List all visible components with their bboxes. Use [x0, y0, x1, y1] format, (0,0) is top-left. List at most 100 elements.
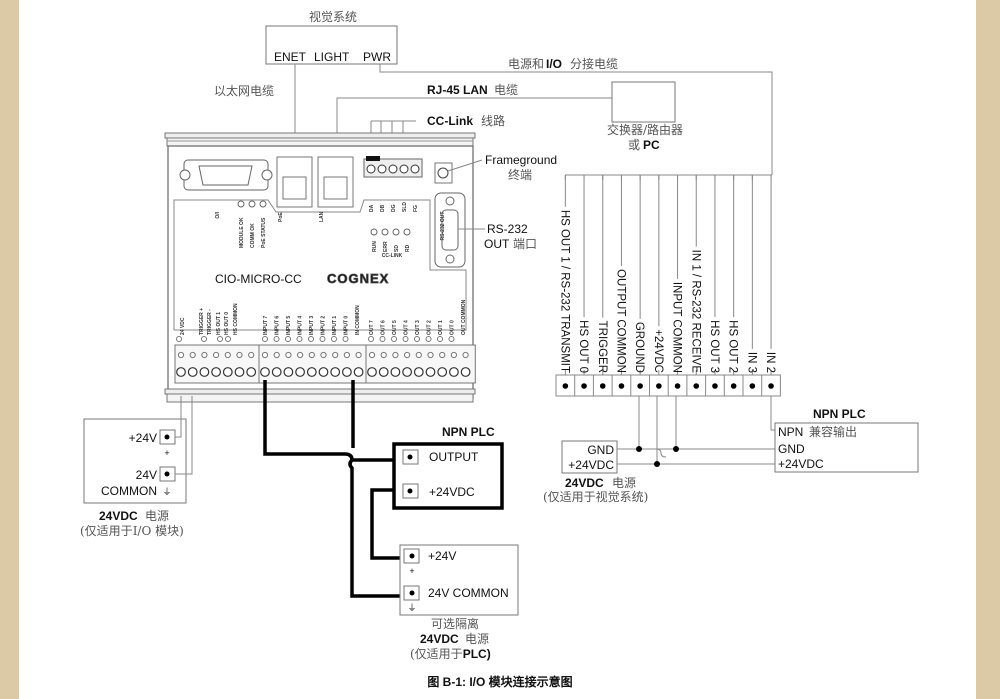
db15-connector-icon	[179, 159, 273, 191]
terminal-label: OUT 0	[450, 320, 456, 335]
psu-io-title: 24VDC	[99, 509, 138, 523]
breakout-terminal-label: GROUND	[633, 322, 645, 373]
psu-io-title-cn: 电源	[145, 509, 169, 523]
ethernet-cable-label: 以太网电缆	[214, 83, 274, 98]
rj45-lan-label-suffix: 电缆	[494, 83, 518, 97]
breakout-terminal-icon	[656, 383, 662, 389]
cc-link-terminal-label: DA	[369, 204, 375, 212]
psu-plc-title-cn2: 电源	[465, 632, 489, 646]
terminal-label: TRIGGER +	[199, 308, 205, 335]
cc-link-led-icon	[392, 228, 400, 236]
breakout-terminal-icon	[618, 383, 625, 389]
power-io-cable-label: 电源和	[508, 57, 544, 71]
terminal-screw-icon	[211, 367, 222, 377]
terminal-label: INPUT 3	[309, 316, 315, 335]
rs232-callout-label: RS-232	[487, 222, 528, 236]
vision-port-light: LIGHT	[314, 50, 350, 64]
npn-plc-right-row1-cn: 兼容输出	[809, 424, 857, 439]
status-led-label: COMM OK	[250, 223, 256, 248]
module-brand-logo: COGNEX	[327, 271, 389, 286]
breakout-terminal-label: HS OUT 2	[727, 320, 739, 373]
terminal-label: OUT 1	[438, 320, 444, 335]
breakout-terminal-icon	[749, 383, 756, 389]
frameground-label-cn: 终端	[508, 167, 532, 182]
breakout-terminal-label: IN 2	[764, 352, 776, 373]
breakout-terminal-block: HS OUT 1 / RS-232 TRANSMIT HS OUT 0 TRIGGE…	[555, 175, 781, 397]
terminal-screw-icon	[330, 367, 341, 377]
power-io-cable-io: I/O	[546, 57, 562, 71]
breakout-terminal-icon	[581, 383, 587, 389]
terminal-label: OUT 7	[369, 320, 375, 335]
cc-link-led-label: SD	[394, 245, 400, 252]
module-model: CIO-MICRO-CC	[215, 272, 302, 286]
npn-plc-right-row1: NPN	[778, 425, 803, 439]
breakout-terminal-icon	[599, 383, 606, 389]
figure-caption: 图 B-1: I/O 模块连接示意图	[427, 674, 572, 689]
terminal-label: HS OUT 1	[216, 312, 222, 335]
poe-port-label: PoE	[278, 212, 284, 222]
cc-link-led-icon	[370, 228, 378, 236]
terminal-screw-icon	[437, 367, 448, 377]
npn-plc-center-title: NPN PLC	[442, 425, 495, 439]
vision-system-title: 视觉系统	[309, 9, 357, 24]
wire-input7-to-psu-common	[263, 380, 402, 598]
breakout-terminal-label: OUTPUT COMMON	[614, 269, 626, 373]
psu-io-common-label-2: COMMON	[101, 484, 157, 498]
rs232-out-label: RS-232 OUT	[440, 212, 446, 241]
psu-io-pos-terminal-icon	[164, 434, 170, 440]
psu-io-plus-icon: +	[164, 448, 169, 458]
terminal-screw-icon	[283, 367, 294, 377]
psu-io-pos-label: +24V	[129, 431, 157, 445]
terminal-label: INPUT 5	[286, 316, 292, 335]
lan-port-label: LAN	[319, 211, 325, 222]
psu-vision-title-cn: 电源	[612, 476, 636, 490]
cc-link-led-icon	[381, 228, 389, 236]
terminal-screw-icon	[246, 367, 257, 377]
psu-plc-ground-icon: ⏚	[407, 603, 416, 613]
breakout-terminal-icon	[562, 383, 569, 389]
terminal-screw-icon	[199, 367, 210, 377]
terminal-screw-icon	[306, 367, 317, 377]
io-terminal-strip	[174, 344, 476, 384]
terminal-label: 24 VDC	[180, 317, 186, 335]
cc-link-label-suffix: 线路	[481, 113, 505, 128]
status-led-label: MODULE OK	[239, 217, 245, 248]
terminal-label: IN COMMON	[355, 305, 361, 335]
switch-router-or: 或	[628, 138, 640, 152]
breakout-terminal-label: HS OUT 1 / RS-232 TRANSMIT	[558, 210, 570, 373]
status-led-label: PoE STATUS	[261, 217, 267, 248]
vision-port-enet: ENET	[274, 50, 307, 64]
psu-plc-common-label: 24V COMMON	[428, 586, 509, 600]
terminal-screw-icon	[378, 367, 389, 377]
terminal-label: HS OUT 0	[224, 312, 230, 335]
npn-plc-right-row3: +24VDC	[778, 457, 824, 471]
frameground-screw-icon	[437, 167, 449, 179]
terminal-label: TRIGGER -	[207, 309, 213, 335]
rs232-callout-out: OUT	[484, 237, 510, 251]
status-led-icon	[259, 200, 267, 208]
terminal-screw-icon	[413, 367, 424, 377]
cc-link-terminal-label: FG	[413, 205, 419, 212]
terminal-label: INPUT 6	[275, 316, 281, 335]
psu-io-common-terminal-icon	[164, 471, 170, 477]
breakout-terminal-icon	[768, 383, 774, 389]
terminal-screw-icon	[295, 367, 306, 377]
terminal-label: OUT 2	[427, 320, 433, 335]
terminal-label: OUT 4	[404, 320, 410, 335]
breakout-terminal-icon	[693, 383, 700, 389]
rj45-lan-label: RJ-45 LAN	[427, 83, 488, 97]
terminal-screw-icon	[260, 367, 270, 377]
cc-link-terminal-label: SLD	[402, 202, 408, 212]
terminal-screw-icon	[176, 367, 186, 377]
switch-router-label: 交换器/路由器	[607, 122, 683, 137]
terminal-screw-icon	[402, 367, 413, 377]
terminal-label: OUT 5	[392, 320, 398, 335]
terminal-label: INPUT 7	[263, 316, 269, 335]
psu-vision-note: (仅适用于视觉系统)	[543, 489, 648, 504]
psu-vision-title: 24VDC	[565, 476, 604, 490]
psu-plc-title: 24VDC	[420, 632, 459, 646]
cc-link-terminal-block	[363, 156, 423, 178]
cc-link-label: CC-Link	[427, 114, 473, 128]
terminal-screw-icon	[425, 367, 436, 377]
psu-vision-gnd: GND	[587, 443, 614, 457]
